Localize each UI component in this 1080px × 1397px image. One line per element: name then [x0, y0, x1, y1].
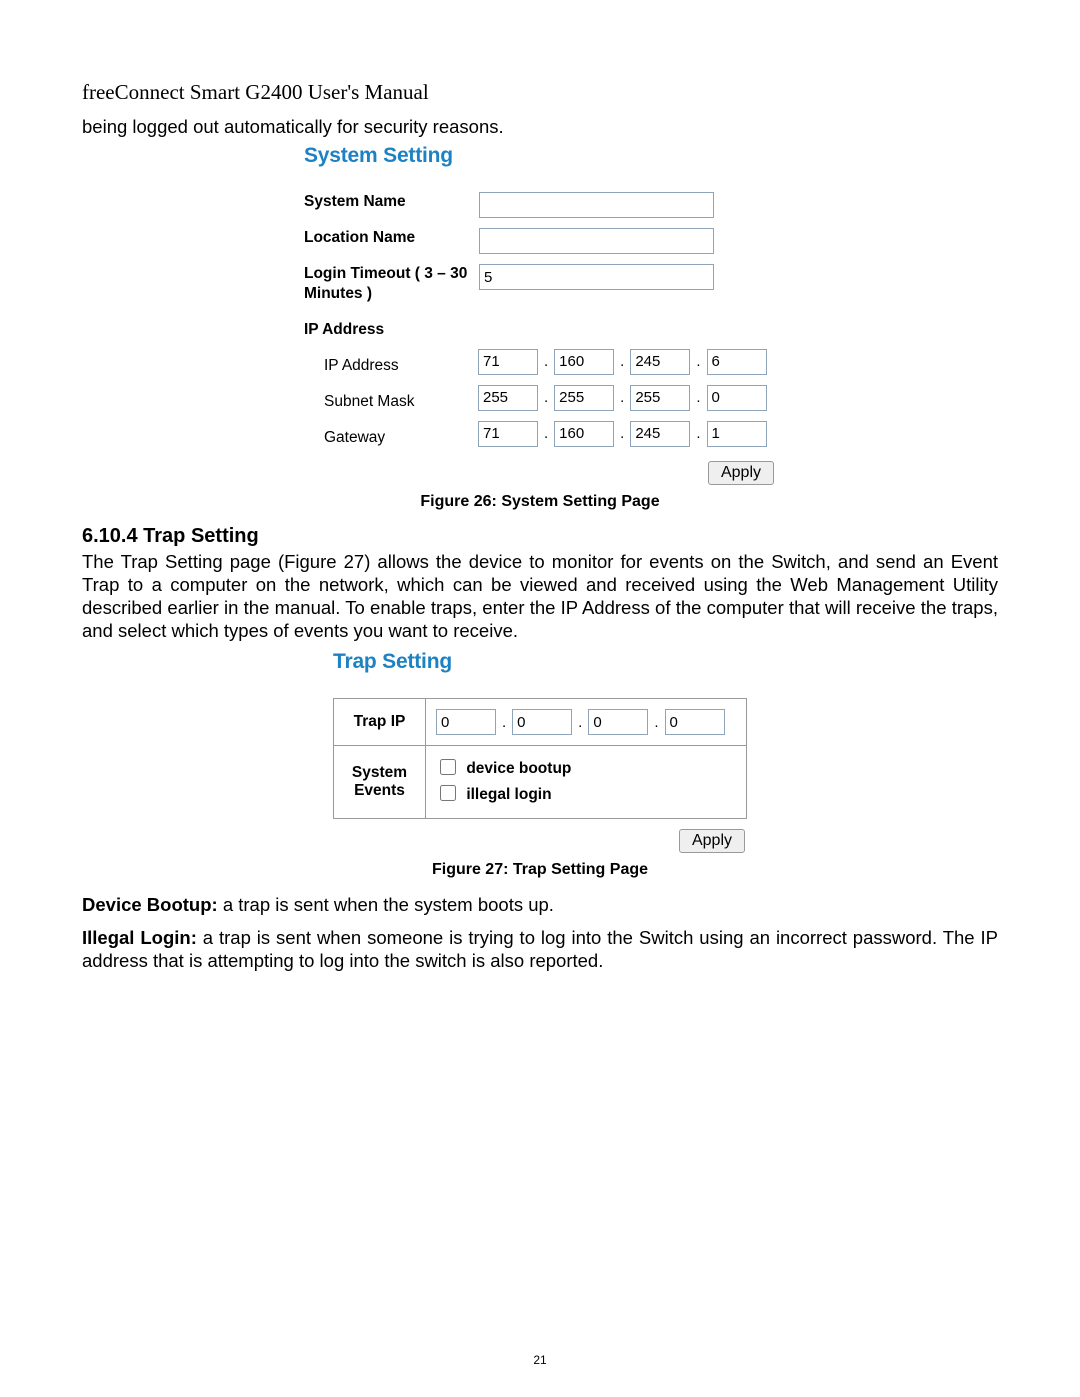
login-timeout-input[interactable] [479, 264, 714, 290]
trap-ip-octet-3[interactable] [588, 709, 648, 735]
dot-separator: . [648, 714, 664, 731]
gateway-octet-3[interactable] [630, 421, 690, 447]
figure26-caption: Figure 26: System Setting Page [82, 493, 998, 511]
system-setting-panel: System Setting System Name Location Name… [304, 144, 776, 485]
illegal-login-definition: Illegal Login: a trap is sent when someo… [82, 926, 998, 972]
trap-ip-octet-2[interactable] [512, 709, 572, 735]
ip-octet-4[interactable] [707, 349, 767, 375]
dot-separator: . [614, 425, 630, 442]
trap-ip-label: Trap IP [334, 699, 426, 746]
gateway-label: Gateway [304, 421, 478, 447]
ip-address-section-label: IP Address [304, 321, 776, 339]
device-bootup-option-label: device bootup [466, 760, 571, 777]
trap-setting-title: Trap Setting [333, 650, 747, 674]
subnet-octet-3[interactable] [630, 385, 690, 411]
dot-separator: . [690, 353, 706, 370]
page-number: 21 [0, 1353, 1080, 1367]
gateway-octet-2[interactable] [554, 421, 614, 447]
ip-address-label: IP Address [304, 349, 478, 375]
gateway-octet-1[interactable] [478, 421, 538, 447]
illegal-login-checkbox[interactable] [440, 785, 456, 801]
system-apply-button[interactable]: Apply [708, 461, 774, 485]
ip-octet-2[interactable] [554, 349, 614, 375]
dot-separator: . [538, 353, 554, 370]
intro-text: being logged out automatically for secur… [82, 115, 998, 138]
page-header: freeConnect Smart G2400 User's Manual [82, 80, 998, 105]
trap-setting-heading: 6.10.4 Trap Setting [82, 525, 998, 548]
device-bootup-term: Device Bootup: [82, 894, 218, 915]
dot-separator: . [538, 389, 554, 406]
system-name-label: System Name [304, 192, 479, 211]
dot-separator: . [496, 714, 512, 731]
system-setting-title: System Setting [304, 144, 776, 168]
device-bootup-checkbox[interactable] [440, 759, 456, 775]
login-timeout-label: Login Timeout ( 3 – 30 Minutes ) [304, 264, 479, 303]
trap-ip-octet-1[interactable] [436, 709, 496, 735]
manual-page: freeConnect Smart G2400 User's Manual be… [0, 0, 1080, 1397]
trap-apply-button[interactable]: Apply [679, 829, 745, 853]
subnet-octet-1[interactable] [478, 385, 538, 411]
dot-separator: . [690, 425, 706, 442]
dot-separator: . [614, 353, 630, 370]
device-bootup-definition: Device Bootup: a trap is sent when the s… [82, 893, 998, 916]
location-name-label: Location Name [304, 228, 479, 247]
illegal-login-option-label: illegal login [466, 786, 551, 803]
dot-separator: . [614, 389, 630, 406]
trap-setting-panel: Trap Setting Trap IP . . . System Events [333, 650, 747, 853]
ip-octet-1[interactable] [478, 349, 538, 375]
figure27-caption: Figure 27: Trap Setting Page [82, 861, 998, 879]
trap-ip-octet-4[interactable] [665, 709, 725, 735]
ip-octet-3[interactable] [630, 349, 690, 375]
system-events-label: System Events [334, 746, 426, 819]
location-name-input[interactable] [479, 228, 714, 254]
dot-separator: . [538, 425, 554, 442]
subnet-octet-4[interactable] [707, 385, 767, 411]
illegal-login-desc: a trap is sent when someone is trying to… [82, 927, 998, 971]
trap-setting-paragraph: The Trap Setting page (Figure 27) allows… [82, 550, 998, 643]
subnet-mask-label: Subnet Mask [304, 385, 478, 411]
gateway-octet-4[interactable] [707, 421, 767, 447]
device-bootup-desc: a trap is sent when the system boots up. [218, 894, 554, 915]
dot-separator: . [572, 714, 588, 731]
dot-separator: . [690, 389, 706, 406]
subnet-octet-2[interactable] [554, 385, 614, 411]
illegal-login-term: Illegal Login: [82, 927, 197, 948]
system-name-input[interactable] [479, 192, 714, 218]
